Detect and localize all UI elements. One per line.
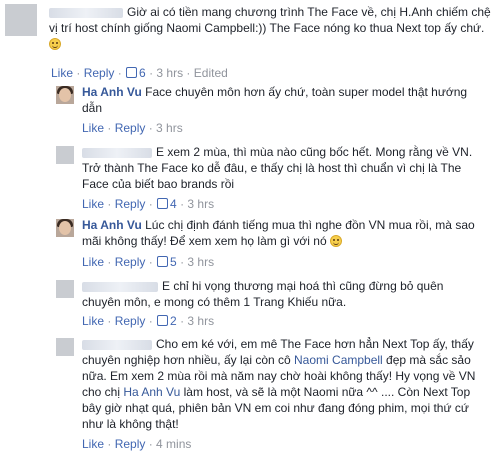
like-link[interactable]: Like (82, 197, 104, 211)
comment-1: Giờ ai có tiền mang chương trình The Fac… (0, 0, 500, 80)
timestamp[interactable]: 3 hrs (187, 197, 214, 211)
edited-label[interactable]: Edited (194, 66, 228, 80)
commenter-name-redacted[interactable] (82, 339, 152, 350)
avatar[interactable] (56, 219, 74, 237)
like-count[interactable]: 2 (170, 314, 177, 328)
reply-link[interactable]: Reply (115, 197, 146, 211)
commenter-name[interactable]: Ha Anh Vu (82, 218, 142, 232)
reply-link[interactable]: Reply (115, 437, 146, 451)
comment-text: Giờ ai có tiền mang chương trình The Fac… (49, 4, 494, 52)
comment-actions: Like · Reply · 3 hrs (82, 121, 183, 135)
timestamp[interactable]: 3 hrs (187, 314, 214, 328)
reply-link[interactable]: Reply (115, 255, 146, 269)
comment-3: E xem 2 mùa, thì mùa nào cũng bốc hết. M… (0, 142, 500, 212)
avatar[interactable] (56, 280, 74, 298)
reply-link[interactable]: Reply (84, 66, 115, 80)
smile-emoji-icon (49, 38, 61, 50)
comment-text: Cho em ké với, em mê The Face hơn hẳn Ne… (82, 337, 476, 431)
thumbs-up-icon (126, 67, 138, 78)
timestamp[interactable]: 3 hrs (187, 255, 214, 269)
commenter-name-redacted[interactable] (82, 147, 152, 158)
comment-actions: Like · Reply · 4 · 3 hrs (82, 197, 215, 211)
mention-link[interactable]: Ha Anh Vu (123, 385, 180, 399)
mention-link[interactable]: Naomi Campbell (294, 353, 383, 367)
comment-2: Ha Anh Vu Face chuyên môn hơn ấy chứ, to… (0, 82, 500, 142)
comment-5: E chỉ hi vọng thương mại hoá thì cũng đừ… (0, 276, 500, 332)
reply-link[interactable]: Reply (115, 121, 146, 135)
like-link[interactable]: Like (82, 314, 104, 328)
comment-text: E xem 2 mùa, thì mùa nào cũng bốc hết. M… (82, 145, 473, 191)
timestamp[interactable]: 4 mins (156, 437, 191, 451)
commenter-name-redacted[interactable] (82, 281, 158, 292)
comment-text: E chỉ hi vọng thương mại hoá thì cũng đừ… (82, 279, 444, 309)
comment-actions: Like · Reply · 4 mins (82, 437, 192, 451)
comment-text: Ha Anh Vu Face chuyên môn hơn ấy chứ, to… (82, 85, 468, 115)
avatar[interactable] (5, 4, 37, 36)
reply-link[interactable]: Reply (115, 314, 146, 328)
commenter-name[interactable]: Ha Anh Vu (82, 85, 142, 99)
like-link[interactable]: Like (82, 255, 104, 269)
comment-actions: Like · Reply · 6 · 3 hrs · Edited (51, 66, 228, 80)
comment-actions: Like · Reply · 2 · 3 hrs (82, 314, 215, 328)
thumbs-up-icon (157, 315, 169, 326)
comment-4: Ha Anh Vu Lúc chị định đánh tiếng mua th… (0, 215, 500, 275)
comment-6: Cho em ké với, em mê The Face hơn hẳn Ne… (0, 334, 500, 455)
like-count[interactable]: 4 (170, 197, 177, 211)
like-link[interactable]: Like (82, 437, 104, 451)
commenter-name-redacted[interactable] (49, 7, 123, 18)
like-count[interactable]: 6 (139, 66, 146, 80)
thumbs-up-icon (157, 198, 169, 209)
like-link[interactable]: Like (51, 66, 73, 80)
timestamp[interactable]: 3 hrs (156, 66, 183, 80)
smile-emoji-icon (329, 235, 342, 247)
comment-actions: Like · Reply · 5 · 3 hrs (82, 255, 215, 269)
timestamp[interactable]: 3 hrs (156, 121, 183, 135)
avatar[interactable] (56, 86, 74, 104)
comment-text: Ha Anh Vu Lúc chị định đánh tiếng mua th… (82, 218, 475, 248)
like-count[interactable]: 5 (170, 255, 177, 269)
avatar[interactable] (56, 146, 74, 164)
avatar[interactable] (56, 338, 74, 356)
thumbs-up-icon (157, 256, 169, 267)
like-link[interactable]: Like (82, 121, 104, 135)
